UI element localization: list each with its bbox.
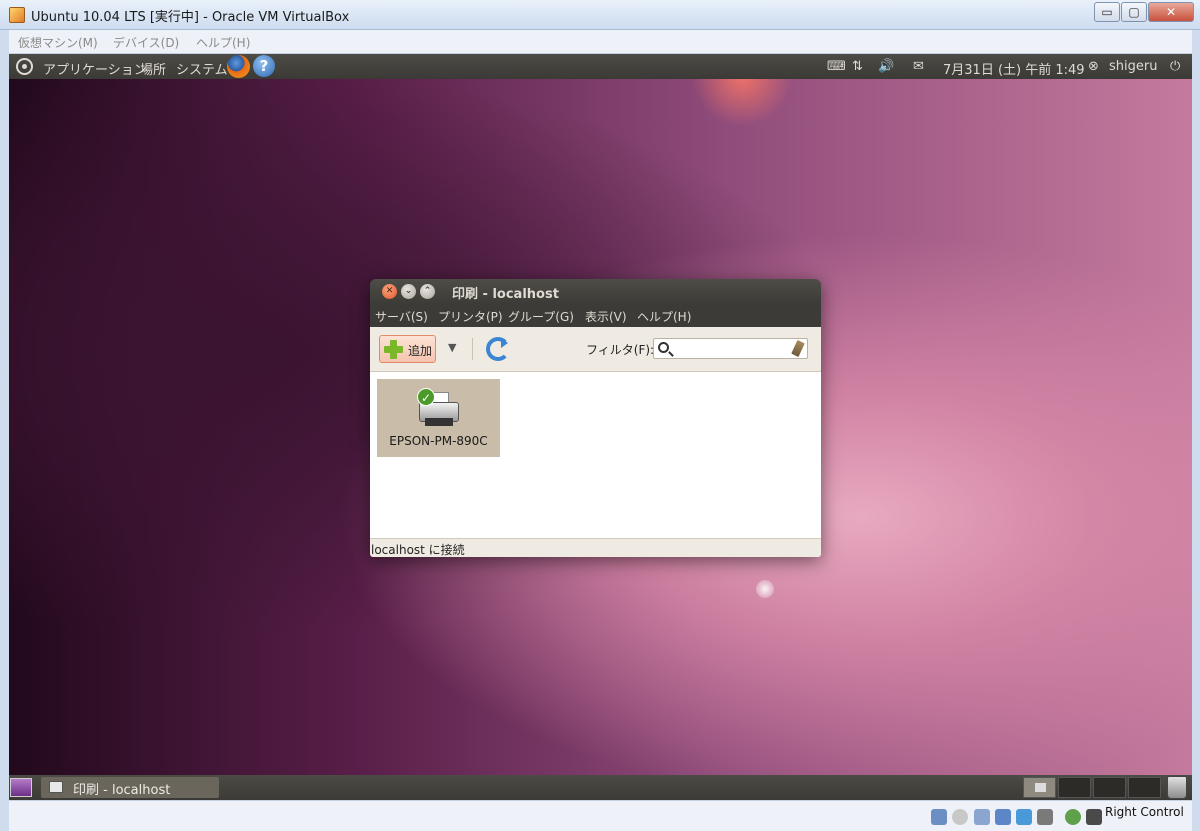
window-maximize-icon[interactable]: ⌃ xyxy=(420,284,435,299)
applications-menu[interactable]: アプリケーション xyxy=(43,59,147,78)
print-menubar: サーバ(S) プリンタ(P) グループ(G) 表示(V) ヘルプ(H) xyxy=(370,304,821,327)
menu-machine[interactable]: 仮想マシン(M) xyxy=(18,34,98,51)
taskbar-print-window[interactable]: 印刷 - localhost xyxy=(41,777,219,798)
print-window-title: 印刷 - localhost xyxy=(452,287,559,302)
top-panel: アプリケーション 場所 システム ? ⌨ ⇅ 🔊 ✉ 7月31日 (土) 午前 … xyxy=(9,54,1192,79)
toolbar-separator xyxy=(472,338,473,360)
mouse-integration-icon[interactable] xyxy=(1065,809,1081,825)
window-close-icon[interactable]: ✕ xyxy=(382,284,397,299)
host-key-label: Right Control xyxy=(1105,805,1184,819)
add-printer-button[interactable]: 追加 xyxy=(379,335,436,363)
add-dropdown-arrow-icon[interactable]: ▼ xyxy=(448,341,456,354)
print-statusbar: localhost に接続 xyxy=(370,538,821,557)
menu-server[interactable]: サーバ(S) xyxy=(375,308,428,325)
user-status-icon[interactable]: ⊗ xyxy=(1088,59,1099,74)
workspace-4[interactable] xyxy=(1128,777,1161,798)
virtualbox-icon xyxy=(9,7,25,23)
host-menubar: 仮想マシン(M) デバイス(D) ヘルプ(H) xyxy=(9,30,1192,54)
keyboard-icon[interactable]: ⌨ xyxy=(827,59,846,74)
printer-name: EPSON-PM-890C xyxy=(389,434,488,448)
places-menu[interactable]: 場所 xyxy=(140,59,166,78)
clock[interactable]: 7月31日 (土) 午前 1:49 xyxy=(943,59,1085,78)
workspace-1[interactable] xyxy=(1023,777,1056,798)
workspace-3[interactable] xyxy=(1093,777,1126,798)
host-frame-left xyxy=(0,30,9,831)
wallpaper-sparkle xyxy=(756,580,774,598)
printer-task-icon xyxy=(49,781,63,793)
printer-item[interactable]: ✓ EPSON-PM-890C xyxy=(377,379,500,457)
default-check-icon: ✓ xyxy=(417,388,435,406)
power-icon[interactable]: ⏻ xyxy=(1170,59,1180,74)
cd-icon[interactable] xyxy=(952,809,968,825)
mail-icon[interactable]: ✉ xyxy=(913,59,924,74)
vm-cpu-icon[interactable] xyxy=(1037,809,1053,825)
add-label: 追加 xyxy=(408,344,433,358)
host-window-title: Ubuntu 10.04 LTS [実行中] - Oracle VM Virtu… xyxy=(31,10,350,25)
hard-disk-icon[interactable] xyxy=(931,809,947,825)
host-titlebar: Ubuntu 10.04 LTS [実行中] - Oracle VM Virtu… xyxy=(0,0,1200,30)
print-toolbar: 追加 ▼ フィルタ(F): xyxy=(370,327,821,372)
search-icon xyxy=(658,342,669,353)
system-menu[interactable]: システム xyxy=(176,59,228,78)
workspace-2[interactable] xyxy=(1058,777,1091,798)
shared-folders-icon[interactable] xyxy=(1016,809,1032,825)
help-icon[interactable]: ? xyxy=(253,55,275,77)
host-frame-right xyxy=(1192,30,1200,831)
printer-list: ✓ EPSON-PM-890C xyxy=(370,372,821,538)
window-minimize-icon[interactable]: ⌄ xyxy=(401,284,416,299)
refresh-icon[interactable] xyxy=(486,337,510,361)
filter-input[interactable] xyxy=(653,338,808,359)
firefox-icon[interactable] xyxy=(227,55,250,78)
menu-devices[interactable]: デバイス(D) xyxy=(113,34,179,51)
ubuntu-logo-icon[interactable] xyxy=(16,58,33,75)
user-name[interactable]: shigeru xyxy=(1109,59,1157,74)
task-label: 印刷 - localhost xyxy=(73,783,171,798)
filter-label: フィルタ(F): xyxy=(586,343,655,357)
print-window: ✕ ⌄ ⌃ 印刷 - localhost サーバ(S) プリンタ(P) グループ… xyxy=(370,279,821,557)
printer-icon: ✓ xyxy=(415,388,461,428)
menu-view[interactable]: 表示(V) xyxy=(585,308,627,325)
host-key-icon xyxy=(1086,809,1102,825)
network-icon[interactable]: ⇅ xyxy=(852,59,863,74)
connection-status: localhost に接続 xyxy=(371,543,465,557)
usb-icon[interactable] xyxy=(974,809,990,825)
trash-icon[interactable] xyxy=(1167,776,1187,799)
clear-filter-icon[interactable] xyxy=(791,340,805,357)
show-desktop-icon[interactable] xyxy=(10,778,32,797)
plus-icon xyxy=(384,340,403,359)
network-adapter-icon[interactable] xyxy=(995,809,1011,825)
menu-help-print[interactable]: ヘルプ(H) xyxy=(637,308,691,325)
minimize-button[interactable]: ▭ xyxy=(1094,2,1120,22)
vbox-statusbar: Right Control xyxy=(9,800,1192,831)
menu-help[interactable]: ヘルプ(H) xyxy=(196,34,250,51)
volume-icon[interactable]: 🔊 xyxy=(878,59,894,74)
close-button[interactable]: ✕ xyxy=(1148,2,1194,22)
menu-group[interactable]: グループ(G) xyxy=(508,308,574,325)
bottom-panel: 印刷 - localhost xyxy=(9,775,1192,800)
maximize-button[interactable]: ▢ xyxy=(1121,2,1147,22)
menu-printer[interactable]: プリンタ(P) xyxy=(438,308,503,325)
guest-screen: アプリケーション 場所 システム ? ⌨ ⇅ 🔊 ✉ 7月31日 (土) 午前 … xyxy=(9,54,1192,800)
print-window-titlebar[interactable]: ✕ ⌄ ⌃ 印刷 - localhost xyxy=(370,279,821,304)
